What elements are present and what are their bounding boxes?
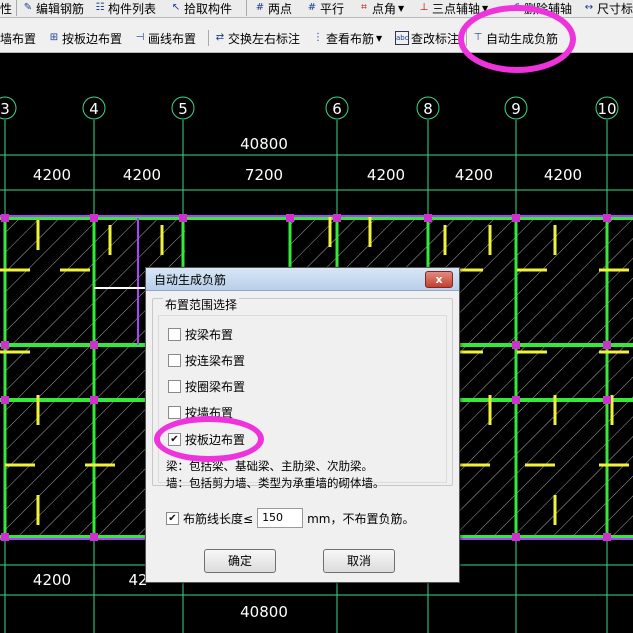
highlight-circle: [154, 416, 264, 462]
swap-label-button[interactable]: ⇄ 交换左右标注: [214, 30, 300, 46]
parallel-icon: #: [307, 2, 317, 13]
length-checkbox[interactable]: ✔: [166, 511, 179, 525]
close-button[interactable]: x: [425, 271, 453, 288]
edit-rebar-button[interactable]: ✎ 编辑钢筋: [22, 0, 84, 16]
axis-label: 4: [89, 100, 99, 118]
slab-edge-icon: ⊞: [49, 32, 59, 43]
column-node: [512, 533, 520, 541]
view-rebar-button[interactable]: ⋮ 查看布筋 ▼: [312, 30, 382, 46]
chevron-down-icon: ▼: [398, 3, 405, 13]
column-node: [90, 214, 98, 222]
axis-label: 9: [511, 100, 521, 118]
column-node: [512, 341, 520, 349]
checkbox[interactable]: [168, 328, 181, 341]
draw-line-layout-button[interactable]: ⊣ 画线布置: [134, 30, 196, 46]
checkbox[interactable]: [168, 406, 181, 419]
axis-label: 3: [0, 100, 10, 118]
point-angle-button[interactable]: ⌗ 点角 ▼: [358, 0, 404, 16]
option-coupling-beam[interactable]: 按连梁布置: [168, 352, 245, 369]
column-node: [1, 214, 9, 222]
swap-label-icon: ⇄: [215, 32, 225, 43]
dimension-label: 4200: [455, 166, 493, 184]
ok-button[interactable]: 确定: [204, 549, 276, 573]
column-node: [90, 396, 98, 404]
dialog-title: 自动生成负筋: [146, 268, 459, 291]
total-dimension-label: 40800: [240, 135, 288, 153]
axis-label: 5: [178, 100, 188, 118]
slab-panel: [607, 218, 633, 345]
draw-line-icon: ⊣: [135, 32, 145, 43]
column-node: [512, 214, 520, 222]
edit-label-icon: abc: [395, 31, 409, 45]
column-node: [90, 533, 98, 541]
slab-panel: [5, 218, 94, 345]
dimension-button[interactable]: ↔ 尺寸标: [583, 0, 633, 16]
length-row: ✔ 布筋线长度≤ 150 mm，不布置负筋。: [166, 508, 414, 528]
option-beam[interactable]: 按梁布置: [168, 326, 233, 343]
note-wall: 墙：包括剪力墙、类型为承重墙的砌体墙。: [166, 476, 385, 490]
length-input[interactable]: 150: [257, 508, 304, 528]
three-point-axis-icon: ⊥: [419, 2, 429, 13]
slab-panel: [516, 218, 607, 345]
column-node: [603, 396, 611, 404]
edit-label-button[interactable]: abc 查改标注: [395, 30, 459, 46]
column-node: [512, 396, 520, 404]
two-point-button[interactable]: # 两点: [254, 0, 292, 16]
highlight-circle: [458, 5, 576, 73]
option-ring-beam[interactable]: 按圈梁布置: [168, 378, 245, 395]
slab-panel: [516, 400, 607, 537]
checkbox[interactable]: [168, 380, 181, 393]
column-node: [603, 533, 611, 541]
view-rebar-icon: ⋮: [313, 32, 323, 43]
parallel-button[interactable]: # 平行: [306, 0, 344, 16]
dimension-label: 4200: [33, 571, 71, 589]
two-point-icon: #: [255, 2, 265, 13]
column-node: [286, 214, 294, 222]
edit-rebar-icon: ✎: [23, 2, 33, 13]
column-node: [90, 341, 98, 349]
column-node: [1, 533, 9, 541]
dimension-label: 4200: [123, 166, 161, 184]
slab-panel: [5, 400, 94, 537]
toolbar-separator: [16, 0, 17, 16]
total-dimension-label: 40800: [240, 603, 288, 621]
dimension-label: 4200: [367, 166, 405, 184]
column-node: [1, 396, 9, 404]
toolbar-item-property[interactable]: 性: [0, 0, 12, 16]
column-node: [603, 214, 611, 222]
dimension-label: 7200: [245, 166, 283, 184]
axis-label: 6: [332, 100, 342, 118]
pick-icon: ↖: [171, 2, 181, 13]
pick-component-button[interactable]: ↖ 拾取构件: [170, 0, 232, 16]
axis-label: 8: [423, 100, 433, 118]
chevron-down-icon: ▼: [376, 33, 383, 43]
column-node: [179, 214, 187, 222]
toolbar-separator: [208, 30, 209, 46]
column-node: [603, 341, 611, 349]
slab-edge-layout-button[interactable]: ⊞ 按板边布置: [48, 30, 122, 46]
top-dimensions: 40800 4200 4200 7200 4200 4200 4200: [0, 135, 633, 191]
dimension-label: 4200: [33, 166, 71, 184]
axis-label: 10: [597, 100, 616, 118]
group-label: 布置范围选择: [163, 296, 240, 313]
checkbox[interactable]: [168, 354, 181, 367]
cancel-button[interactable]: 取消: [323, 549, 395, 573]
column-node: [1, 341, 9, 349]
dimension-icon: ↔: [584, 2, 594, 13]
point-angle-icon: ⌗: [361, 2, 367, 13]
wall-layout-button[interactable]: 墙布置: [0, 30, 36, 46]
column-node: [333, 214, 341, 222]
component-list-button[interactable]: ☷ 构件列表: [94, 0, 157, 16]
component-list-icon: ☷: [95, 2, 105, 13]
column-node: [424, 214, 432, 222]
toolbar-separator: [246, 0, 247, 16]
dimension-label: 4200: [544, 166, 582, 184]
